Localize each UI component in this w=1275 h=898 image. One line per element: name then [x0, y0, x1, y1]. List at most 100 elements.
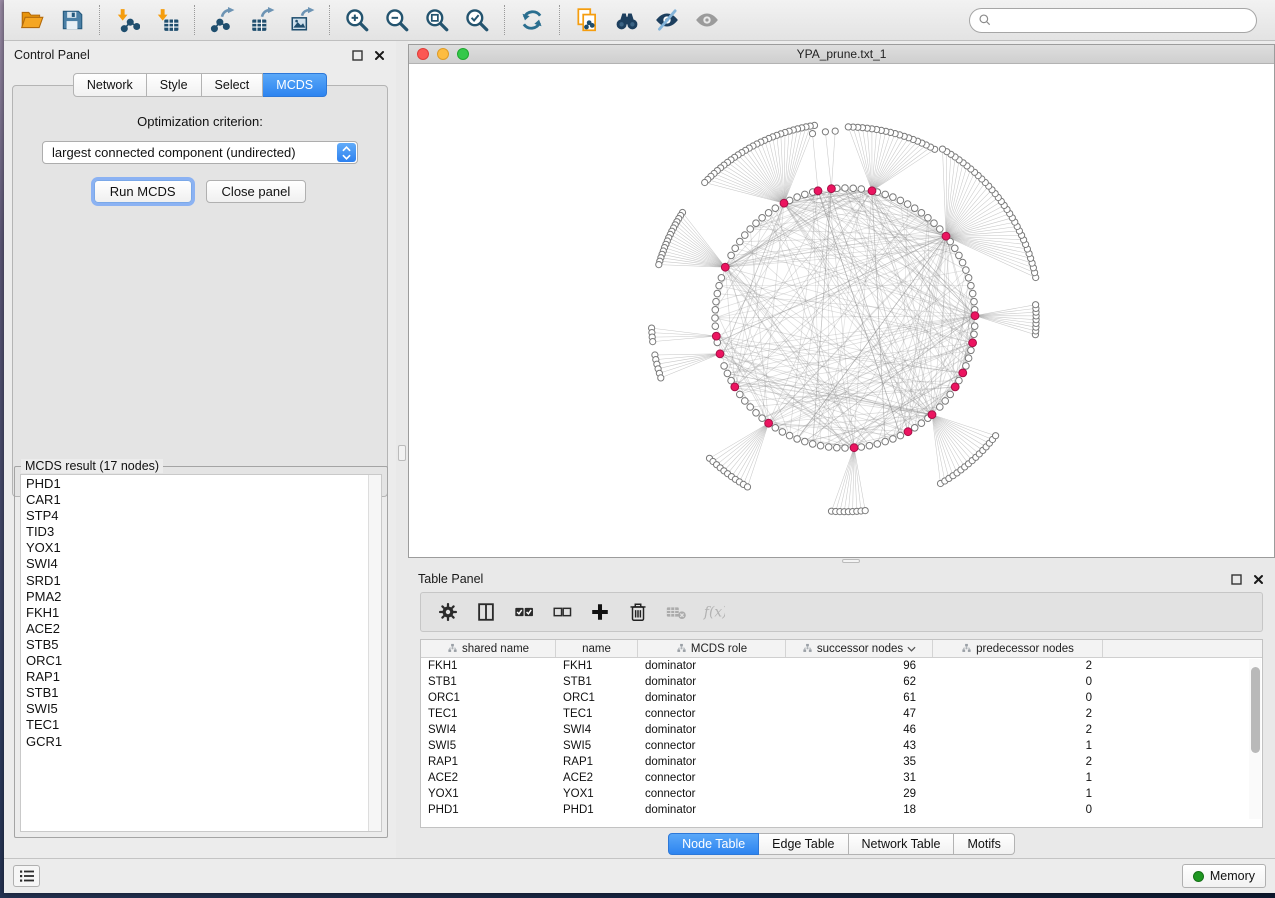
network-canvas[interactable]: [409, 64, 1274, 557]
table-row-ACE2[interactable]: ACE2ACE2connector311: [421, 770, 1262, 786]
mcds-result-scrollbar[interactable]: [368, 475, 381, 831]
tab-network-table[interactable]: Network Table: [849, 833, 955, 855]
cell[interactable]: 2: [933, 754, 1103, 770]
mcds-result-item[interactable]: STP4: [26, 508, 381, 524]
cell[interactable]: 29: [786, 786, 933, 802]
mcds-result-item[interactable]: FKH1: [26, 605, 381, 621]
cell[interactable]: YOX1: [421, 786, 556, 802]
minimize-window-icon[interactable]: [437, 48, 449, 60]
open-file-button[interactable]: [12, 3, 52, 37]
float-panel-icon[interactable]: [351, 49, 364, 62]
tab-network[interactable]: Network: [73, 73, 147, 97]
mcds-result-item[interactable]: SWI4: [26, 556, 381, 572]
table-row-RAP1[interactable]: RAP1RAP1dominator352: [421, 754, 1262, 770]
mcds-result-item[interactable]: YOX1: [26, 540, 381, 556]
zoom-out-button[interactable]: [377, 3, 417, 37]
cell[interactable]: connector: [638, 770, 786, 786]
close-window-icon[interactable]: [417, 48, 429, 60]
column-header-predecessor-nodes[interactable]: predecessor nodes: [933, 640, 1103, 657]
mcds-result-item[interactable]: TEC1: [26, 717, 381, 733]
splitter-grip[interactable]: [398, 445, 406, 461]
cell[interactable]: ORC1: [556, 690, 638, 706]
close-panel-button[interactable]: Close panel: [206, 180, 307, 203]
clone-network-button[interactable]: [567, 3, 607, 37]
table-row-SWI4[interactable]: SWI4SWI4dominator462: [421, 722, 1262, 738]
cell[interactable]: ACE2: [421, 770, 556, 786]
vertical-splitter[interactable]: [396, 41, 408, 858]
tab-node-table[interactable]: Node Table: [668, 833, 759, 855]
cell[interactable]: STB1: [556, 674, 638, 690]
horizontal-splitter[interactable]: [408, 558, 1275, 565]
tab-edge-table[interactable]: Edge Table: [759, 833, 848, 855]
add-column-button[interactable]: [583, 596, 617, 628]
deselect-all-button[interactable]: [545, 596, 579, 628]
cell[interactable]: 61: [786, 690, 933, 706]
cell[interactable]: dominator: [638, 754, 786, 770]
mcds-result-item[interactable]: STB1: [26, 685, 381, 701]
cell[interactable]: YOX1: [556, 786, 638, 802]
cell[interactable]: 18: [786, 802, 933, 818]
mcds-result-item[interactable]: ACE2: [26, 621, 381, 637]
cell[interactable]: PHD1: [421, 802, 556, 818]
export-table-button[interactable]: [242, 3, 282, 37]
cell[interactable]: 31: [786, 770, 933, 786]
cell[interactable]: 43: [786, 738, 933, 754]
zoom-fit-button[interactable]: [417, 3, 457, 37]
mcds-result-item[interactable]: CAR1: [26, 492, 381, 508]
mcds-result-item[interactable]: GCR1: [26, 734, 381, 750]
cell[interactable]: PHD1: [556, 802, 638, 818]
hide-selected-button[interactable]: [647, 3, 687, 37]
table-row-TEC1[interactable]: TEC1TEC1connector472: [421, 706, 1262, 722]
cell[interactable]: SWI5: [556, 738, 638, 754]
column-visibility-button[interactable]: [469, 596, 503, 628]
export-image-button[interactable]: [282, 3, 322, 37]
cell[interactable]: dominator: [638, 674, 786, 690]
table-settings-button[interactable]: [431, 596, 465, 628]
cell[interactable]: TEC1: [421, 706, 556, 722]
column-header-MCDS-role[interactable]: MCDS role: [638, 640, 786, 657]
cell[interactable]: 35: [786, 754, 933, 770]
cell[interactable]: dominator: [638, 802, 786, 818]
column-header-successor-nodes[interactable]: successor nodes: [786, 640, 933, 657]
search-input[interactable]: [998, 12, 1248, 28]
run-mcds-button[interactable]: Run MCDS: [94, 180, 192, 203]
cell[interactable]: SWI5: [421, 738, 556, 754]
cell[interactable]: STB1: [421, 674, 556, 690]
cell[interactable]: TEC1: [556, 706, 638, 722]
zoom-window-icon[interactable]: [457, 48, 469, 60]
table-row-YOX1[interactable]: YOX1YOX1connector291: [421, 786, 1262, 802]
table-row-PHD1[interactable]: PHD1PHD1dominator180: [421, 802, 1262, 818]
cell[interactable]: 2: [933, 722, 1103, 738]
cell[interactable]: 96: [786, 658, 933, 674]
cell[interactable]: 2: [933, 706, 1103, 722]
cell[interactable]: FKH1: [421, 658, 556, 674]
zoom-selected-button[interactable]: [457, 3, 497, 37]
mcds-result-item[interactable]: SWI5: [26, 701, 381, 717]
mcds-result-item[interactable]: TID3: [26, 524, 381, 540]
cell[interactable]: 0: [933, 674, 1103, 690]
table-scrollbar[interactable]: [1249, 659, 1261, 819]
cell[interactable]: 2: [933, 658, 1103, 674]
table-scrollbar-thumb[interactable]: [1251, 667, 1260, 753]
cell[interactable]: RAP1: [556, 754, 638, 770]
mcds-result-item[interactable]: RAP1: [26, 669, 381, 685]
cell[interactable]: RAP1: [421, 754, 556, 770]
select-all-button[interactable]: [507, 596, 541, 628]
cell[interactable]: ORC1: [421, 690, 556, 706]
refresh-button[interactable]: [512, 3, 552, 37]
mcds-result-item[interactable]: PHD1: [26, 476, 381, 492]
cell[interactable]: 0: [933, 690, 1103, 706]
cell[interactable]: 46: [786, 722, 933, 738]
tab-style[interactable]: Style: [147, 73, 202, 97]
optimization-criterion-select[interactable]: largest connected component (undirected): [42, 141, 358, 164]
table-row-FKH1[interactable]: FKH1FKH1dominator962: [421, 658, 1262, 674]
cell[interactable]: SWI4: [421, 722, 556, 738]
cell[interactable]: 47: [786, 706, 933, 722]
zoom-in-button[interactable]: [337, 3, 377, 37]
first-neighbors-button[interactable]: [607, 3, 647, 37]
cell[interactable]: dominator: [638, 658, 786, 674]
float-panel-icon[interactable]: [1230, 573, 1243, 586]
cell[interactable]: dominator: [638, 690, 786, 706]
search-box[interactable]: [969, 8, 1257, 33]
table-row-ORC1[interactable]: ORC1ORC1dominator610: [421, 690, 1262, 706]
